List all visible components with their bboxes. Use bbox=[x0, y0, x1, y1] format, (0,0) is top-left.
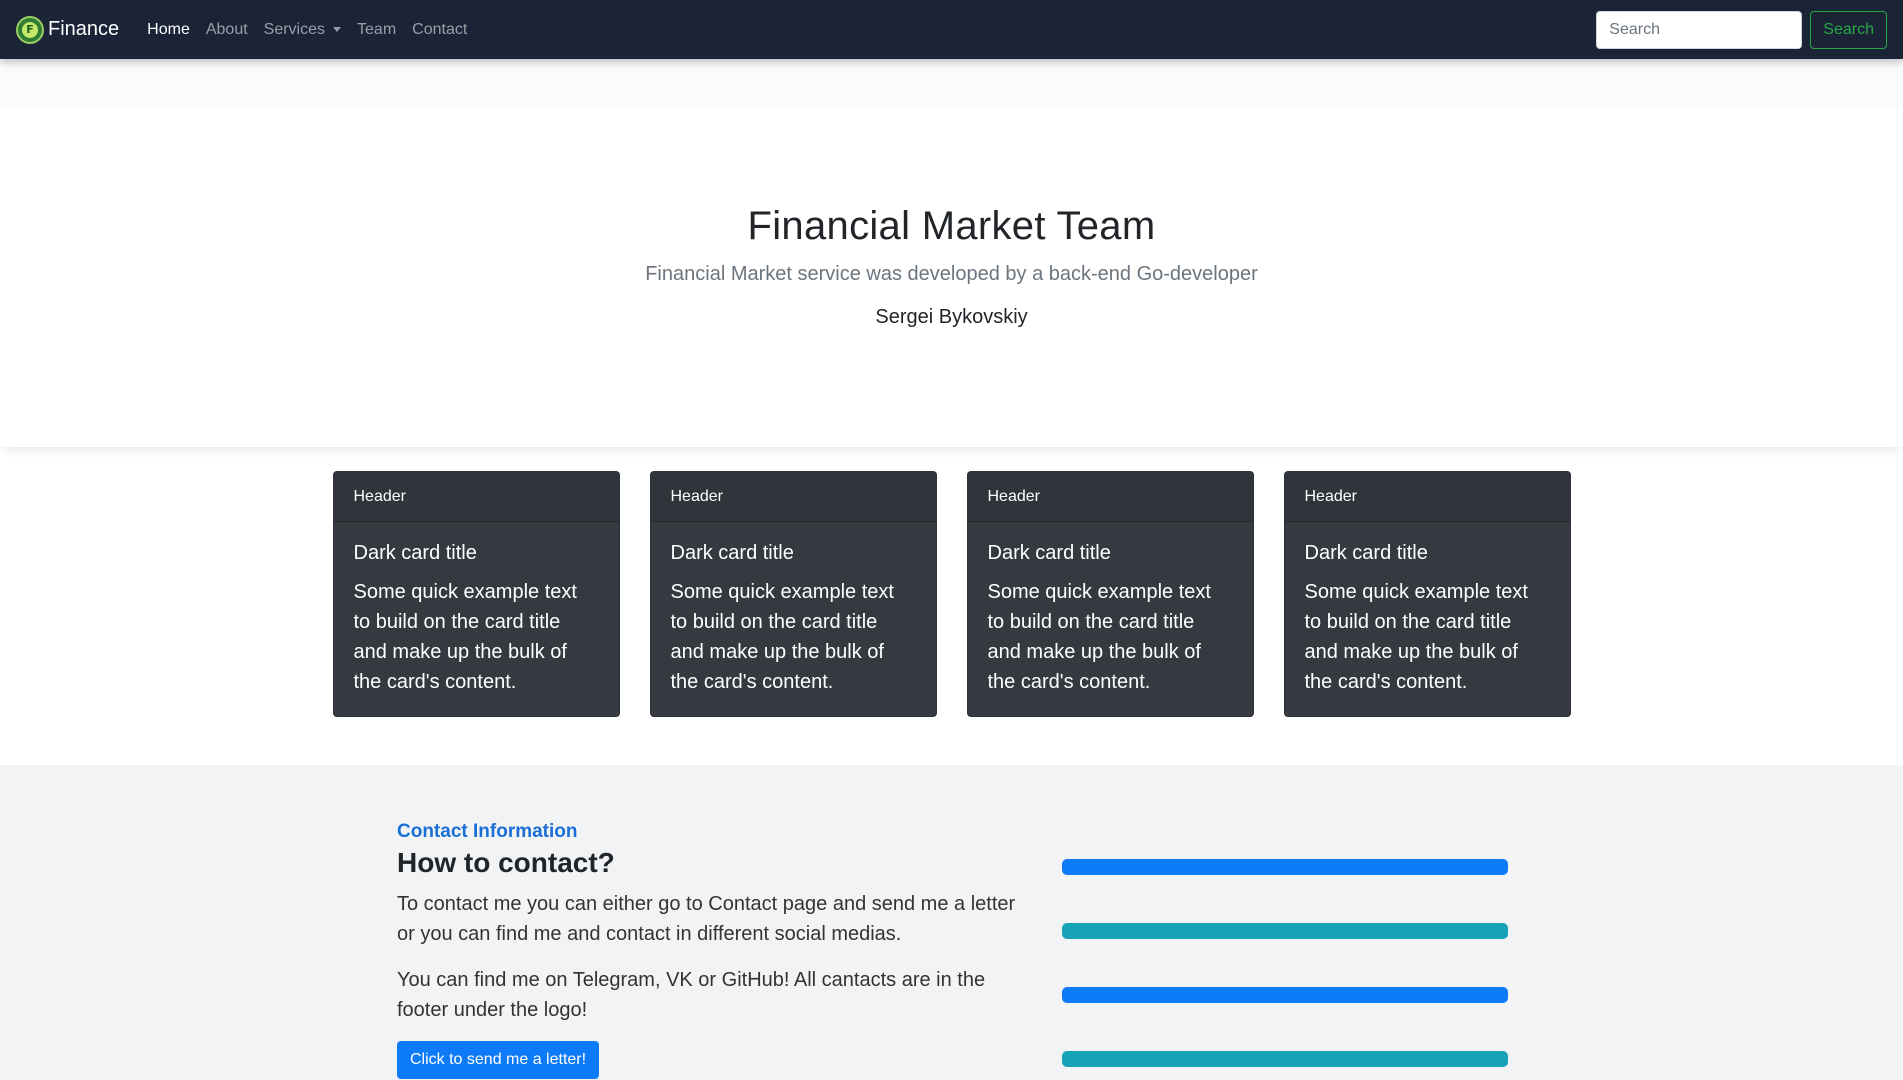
contact-section: Contact Information How to contact? To c… bbox=[0, 765, 1903, 1080]
contact-info: Contact Information How to contact? To c… bbox=[397, 821, 1022, 1080]
search-input[interactable] bbox=[1596, 10, 1803, 49]
search-button[interactable]: Search bbox=[1810, 10, 1887, 49]
dark-card: Header Dark card title Some quick exampl… bbox=[966, 471, 1254, 717]
card-body: Dark card title Some quick example text … bbox=[968, 522, 1253, 716]
send-letter-button[interactable]: Click to send me a letter! bbox=[397, 1041, 600, 1079]
brand-logo-letter: F bbox=[22, 21, 38, 38]
progress-bars bbox=[1062, 821, 1508, 1080]
brand-logo-icon: F bbox=[16, 15, 44, 44]
nav-link-label: Services bbox=[263, 20, 326, 38]
nav-link-contact[interactable]: Contact bbox=[404, 13, 475, 47]
brand[interactable]: F Finance bbox=[16, 15, 120, 44]
contact-paragraph: To contact me you can either go to Conta… bbox=[397, 893, 1016, 945]
hero-subtitle: Financial Market service was developed b… bbox=[645, 263, 1258, 285]
contact-kicker: Contact Information bbox=[397, 821, 578, 842]
card-text: Some quick example text to build on the … bbox=[1304, 581, 1528, 693]
card-title: Dark card title bbox=[1304, 542, 1428, 564]
hero-section: Financial Market Team Financial Market s… bbox=[0, 106, 1903, 447]
card-header: Header bbox=[1284, 472, 1570, 522]
card-title: Dark card title bbox=[353, 542, 477, 564]
hero-title: Financial Market Team bbox=[747, 204, 1156, 248]
nav-link-label: Team bbox=[357, 20, 397, 38]
card-body: Dark card title Some quick example text … bbox=[334, 522, 619, 716]
nav-links: Home About Services Team Contact bbox=[139, 13, 475, 47]
progress-bar bbox=[1062, 987, 1508, 1003]
brand-name: Finance bbox=[48, 18, 120, 40]
caret-down-icon bbox=[333, 27, 342, 32]
dark-card: Header Dark card title Some quick exampl… bbox=[1283, 471, 1571, 717]
card-header: Header bbox=[967, 472, 1253, 522]
card-text: Some quick example text to build on the … bbox=[987, 581, 1211, 693]
card-body: Dark card title Some quick example text … bbox=[1285, 522, 1570, 716]
nav-link-label: About bbox=[205, 20, 248, 38]
card-title: Dark card title bbox=[670, 542, 794, 564]
top-strip bbox=[0, 59, 1903, 106]
progress-bar bbox=[1062, 859, 1508, 875]
nav-link-label: Contact bbox=[412, 20, 468, 38]
contact-paragraph: You can find me on Telegram, VK or GitHu… bbox=[397, 969, 986, 1021]
cards-section: Header Dark card title Some quick exampl… bbox=[0, 447, 1903, 765]
card-title: Dark card title bbox=[987, 542, 1111, 564]
card-header: Header bbox=[333, 472, 619, 522]
nav-link-about[interactable]: About bbox=[198, 13, 256, 47]
nav-link-services-dropdown[interactable]: Services bbox=[256, 13, 349, 47]
card-text: Some quick example text to build on the … bbox=[670, 581, 894, 693]
nav-link-label: Home bbox=[147, 20, 190, 38]
dark-card: Header Dark card title Some quick exampl… bbox=[649, 471, 937, 717]
dark-card: Header Dark card title Some quick exampl… bbox=[332, 471, 620, 717]
hero-author: Sergei Bykovskiy bbox=[875, 306, 1028, 328]
nav-link-home[interactable]: Home bbox=[139, 13, 198, 47]
navbar: F Finance Home About Services Team Conta… bbox=[0, 0, 1903, 59]
card-text: Some quick example text to build on the … bbox=[353, 581, 577, 693]
card-body: Dark card title Some quick example text … bbox=[651, 522, 936, 716]
nav-link-team[interactable]: Team bbox=[349, 13, 404, 47]
progress-bar bbox=[1062, 923, 1508, 939]
progress-bar bbox=[1062, 1051, 1508, 1067]
search-form: Search bbox=[1596, 10, 1887, 49]
card-header: Header bbox=[650, 472, 936, 522]
contact-heading: How to contact? bbox=[397, 847, 615, 878]
